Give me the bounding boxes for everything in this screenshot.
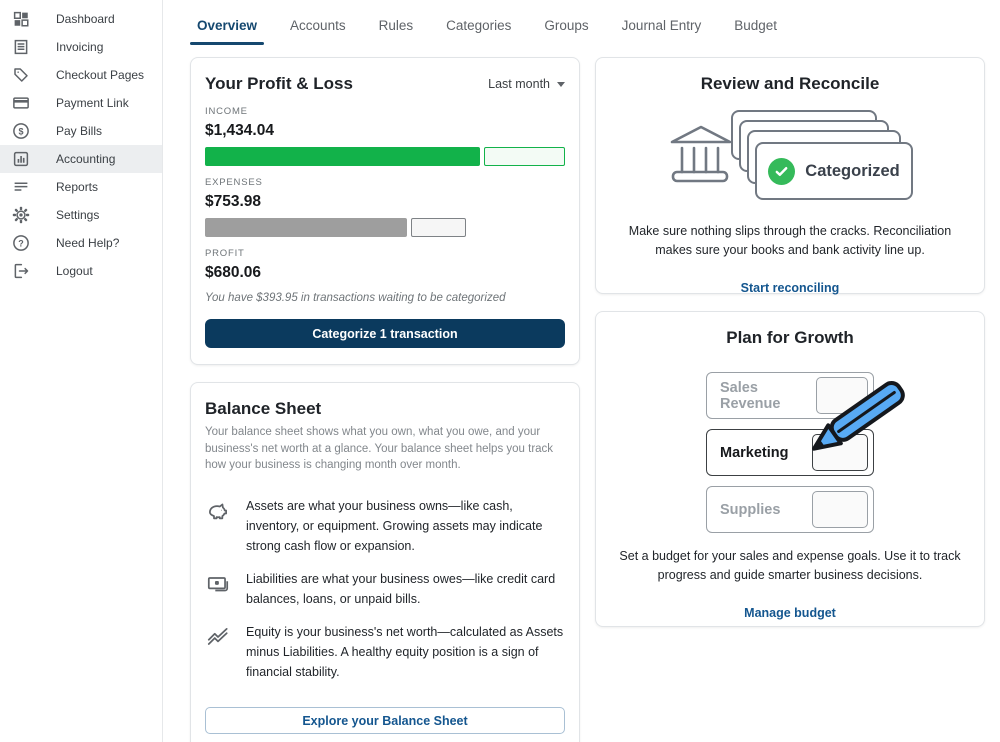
trend-lines-icon [205,622,231,682]
dashboard-icon [12,10,30,28]
tab-categories[interactable]: Categories [439,10,518,46]
main-content: Overview Accounts Rules Categories Group… [164,0,1000,742]
income-value: $1,434.04 [205,122,565,140]
income-label: INCOME [205,106,565,117]
sidebar-item-label: Invoicing [56,40,103,54]
profit-value: $680.06 [205,264,565,282]
budget-row-label: Marketing [720,445,789,461]
sidebar-item-pay-bills[interactable]: $ Pay Bills [0,117,162,145]
balance-sheet-list: Assets are what your business owns—like … [205,496,565,682]
dollar-circle-icon: $ [12,122,30,140]
tab-bar: Overview Accounts Rules Categories Group… [190,10,985,46]
expenses-bar-uncategorized [411,218,467,237]
sidebar-item-label: Pay Bills [56,124,102,138]
manage-budget-link[interactable]: Manage budget [610,606,970,620]
income-bar-uncategorized [484,147,565,166]
budget-row-marketing: Marketing [706,429,874,476]
list-item-liabilities: Liabilities are what your business owes—… [205,569,565,609]
svg-text:?: ? [18,238,24,248]
sidebar-item-logout[interactable]: Logout [0,257,162,285]
logout-icon [12,262,30,280]
list-item-assets: Assets are what your business owns—like … [205,496,565,556]
balance-sheet-description: Your balance sheet shows what you own, w… [205,424,565,474]
categorized-badge: Categorized [755,142,913,200]
question-circle-icon: ? [12,234,30,252]
sidebar-item-need-help[interactable]: ? Need Help? [0,229,162,257]
sidebar-item-checkout-pages[interactable]: Checkout Pages [0,61,162,89]
plan-growth-card: Plan for Growth Sales Revenue Marketing … [595,311,985,627]
sidebar-item-invoicing[interactable]: Invoicing [0,33,162,61]
uncategorized-note: You have $393.95 in transactions waiting… [205,292,565,304]
list-item-equity: Equity is your business's net worth—calc… [205,622,565,682]
sidebar-item-label: Checkout Pages [56,68,144,82]
explore-balance-sheet-button[interactable]: Explore your Balance Sheet [205,707,565,734]
budget-amount-box [812,434,868,471]
profit-loss-title: Your Profit & Loss [205,74,353,94]
period-selector[interactable]: Last month [488,77,565,91]
sidebar-item-label: Logout [56,264,93,278]
tab-rules[interactable]: Rules [372,10,421,46]
balance-sheet-title: Balance Sheet [205,399,565,419]
list-item-text: Equity is your business's net worth—calc… [246,622,565,682]
reconcile-description: Make sure nothing slips through the crac… [617,222,963,261]
period-selector-value: Last month [488,77,550,91]
sidebar-item-settings[interactable]: Settings [0,201,162,229]
sidebar: Dashboard Invoicing Checkout Pages Payme… [0,0,163,742]
bank-building-icon [665,118,737,190]
categorized-badge-label: Categorized [805,162,899,181]
sidebar-item-label: Payment Link [56,96,129,110]
dropdown-caret-icon [557,82,565,87]
active-tab-underline [190,42,264,46]
budget-row-label: Supplies [720,502,780,518]
sidebar-item-reports[interactable]: Reports [0,173,162,201]
plan-growth-description: Set a budget for your sales and expense … [617,547,963,586]
gear-icon [12,206,30,224]
sidebar-item-payment-link[interactable]: Payment Link [0,89,162,117]
balance-sheet-card: Balance Sheet Your balance sheet shows w… [190,382,580,742]
tab-accounts[interactable]: Accounts [283,10,353,46]
tab-budget[interactable]: Budget [727,10,784,46]
banknote-icon [205,569,231,609]
sidebar-item-accounting[interactable]: Accounting [0,145,162,173]
invoice-icon [12,38,30,56]
reports-lines-icon [12,178,30,196]
income-bar [205,147,565,166]
start-reconciling-link[interactable]: Start reconciling [610,281,970,295]
categorize-transaction-button[interactable]: Categorize 1 transaction [205,319,565,348]
expenses-bar-categorized [205,218,407,237]
list-item-text: Liabilities are what your business owes—… [246,569,565,609]
list-item-text: Assets are what your business owns—like … [246,496,565,556]
bar-chart-icon [12,150,30,168]
tab-journal-entry[interactable]: Journal Entry [615,10,709,46]
budget-amount-box [816,377,868,414]
sidebar-item-label: Dashboard [56,12,115,26]
sidebar-item-label: Settings [56,208,99,222]
sidebar-item-dashboard[interactable]: Dashboard [0,5,162,33]
expenses-value: $753.98 [205,193,565,211]
plan-growth-title: Plan for Growth [610,328,970,348]
budget-row-supplies: Supplies [706,486,874,533]
budget-row-label: Sales Revenue [720,380,816,412]
categorized-check-icon [768,158,795,185]
budget-row-sales-revenue: Sales Revenue [706,372,874,419]
review-reconcile-card: Review and Reconcile [595,57,985,294]
svg-text:$: $ [18,126,23,136]
tab-groups[interactable]: Groups [537,10,595,46]
sidebar-item-label: Accounting [56,152,115,166]
review-reconcile-title: Review and Reconcile [610,74,970,94]
credit-card-icon [12,94,30,112]
reconcile-illustration: Categorized [665,110,915,208]
expenses-bar [205,218,565,237]
tab-overview[interactable]: Overview [190,10,264,46]
budget-amount-box [812,491,868,528]
expenses-label: EXPENSES [205,177,565,188]
profit-label: PROFIT [205,248,565,259]
piggy-bank-icon [205,496,231,556]
sidebar-item-label: Reports [56,180,98,194]
tag-icon [12,66,30,84]
budget-illustration: Sales Revenue Marketing Supplies [706,372,874,533]
profit-loss-card: Your Profit & Loss Last month INCOME $1,… [190,57,580,365]
sidebar-item-label: Need Help? [56,236,119,250]
income-bar-categorized [205,147,480,166]
